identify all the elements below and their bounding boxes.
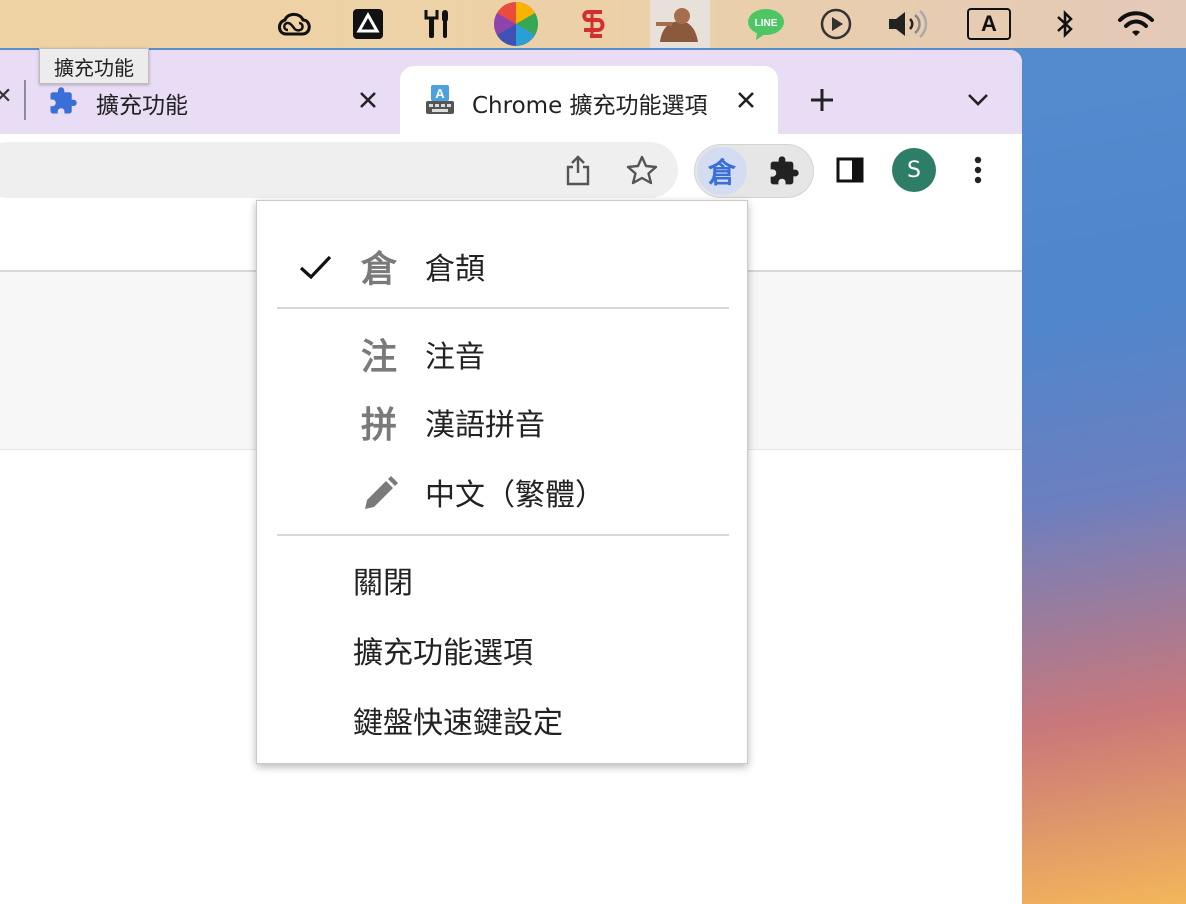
pinyin-glyph: 拼 bbox=[360, 405, 397, 446]
keyboard-ime-icon: A bbox=[424, 84, 456, 120]
color-picker-icon[interactable] bbox=[492, 0, 540, 48]
line-app-label: LINE bbox=[755, 18, 778, 29]
avatar-initial: S bbox=[907, 157, 921, 183]
tab-title: Chrome 擴充功能選項 bbox=[472, 93, 708, 119]
drive-icon[interactable] bbox=[350, 0, 386, 48]
extensions-puzzle-icon[interactable] bbox=[759, 147, 809, 195]
app-icon[interactable] bbox=[574, 0, 614, 48]
menu-item-label: 漢語拼音 bbox=[425, 408, 545, 443]
svg-text:A: A bbox=[435, 86, 445, 101]
cangjie-glyph: 倉 bbox=[360, 249, 397, 290]
menu-item-label: 中文（繁體） bbox=[425, 478, 605, 513]
new-tab-plus-icon[interactable] bbox=[806, 84, 838, 116]
tab-close-icon[interactable] bbox=[734, 88, 758, 112]
volume-icon[interactable] bbox=[884, 0, 930, 48]
zhuyin-glyph: 注 bbox=[360, 337, 397, 378]
tab-strip: ✕ 擴充功能 A Chrome 擴充功能選項 bbox=[0, 50, 1022, 134]
bookmark-star-icon[interactable] bbox=[624, 152, 660, 188]
pencil-icon bbox=[357, 475, 401, 515]
play-icon[interactable] bbox=[818, 0, 854, 48]
menu-item-label: 關閉 bbox=[353, 566, 413, 601]
menu-item-keyboard-shortcuts[interactable]: 鍵盤快速鍵設定 bbox=[257, 695, 747, 745]
tab-title: 擴充功能 bbox=[96, 93, 188, 119]
side-panel-icon[interactable] bbox=[834, 154, 866, 186]
tab-tooltip: 擴充功能 bbox=[39, 48, 149, 84]
tab-search-chevron-down-icon[interactable] bbox=[962, 86, 994, 114]
puzzle-icon bbox=[48, 86, 78, 120]
menu-item-label: 鍵盤快速鍵設定 bbox=[353, 706, 563, 741]
bluetooth-icon[interactable] bbox=[1050, 0, 1080, 48]
tab-chrome-extension-options[interactable]: A Chrome 擴充功能選項 bbox=[400, 66, 778, 134]
menu-item-extension-options[interactable]: 擴充功能選項 bbox=[257, 625, 747, 675]
more-menu-icon[interactable] bbox=[962, 154, 994, 186]
partial-tab-close-icon[interactable]: ✕ bbox=[0, 84, 12, 109]
checkmark-icon bbox=[297, 249, 333, 285]
macos-menu-bar: LINE A bbox=[0, 0, 1186, 48]
tools-icon[interactable] bbox=[420, 0, 456, 48]
menu-item-handwriting[interactable]: 中文（繁體） bbox=[257, 467, 747, 517]
menu-item-cangjie[interactable]: 倉 倉頡 bbox=[257, 241, 747, 291]
creative-cloud-icon[interactable] bbox=[272, 0, 316, 48]
menu-separator bbox=[277, 307, 729, 309]
line-app-icon[interactable]: LINE bbox=[746, 0, 786, 48]
input-method-icon[interactable]: A bbox=[966, 0, 1012, 48]
menu-item-label: 擴充功能選項 bbox=[353, 636, 533, 671]
profile-avatar[interactable]: S bbox=[892, 148, 936, 192]
tab-close-icon[interactable] bbox=[356, 88, 380, 112]
wifi-icon[interactable] bbox=[1116, 0, 1156, 48]
tooltip-text: 擴充功能 bbox=[54, 55, 134, 80]
menu-separator bbox=[277, 534, 729, 536]
extension-ime-label: 倉 bbox=[707, 156, 736, 189]
extensions-pill: 倉 bbox=[694, 144, 814, 198]
menu-item-label: 注音 bbox=[425, 340, 485, 375]
browser-toolbar: 倉 S bbox=[0, 134, 1022, 204]
user-icon[interactable] bbox=[650, 0, 710, 48]
menu-item-close[interactable]: 關閉 bbox=[257, 555, 747, 605]
active-extension-button[interactable]: 倉 bbox=[697, 147, 747, 195]
share-icon[interactable] bbox=[562, 152, 594, 188]
menu-item-label: 倉頡 bbox=[425, 252, 485, 287]
menu-item-pinyin[interactable]: 拼 漢語拼音 bbox=[257, 397, 747, 447]
menu-item-zhuyin[interactable]: 注 注音 bbox=[257, 329, 747, 379]
extension-popup-menu: 倉 倉頡 注 注音 拼 漢語拼音 中文（繁體） 關閉 擴充功能選項 鍵盤快速鍵設… bbox=[256, 200, 748, 764]
input-method-label: A bbox=[967, 8, 1011, 40]
